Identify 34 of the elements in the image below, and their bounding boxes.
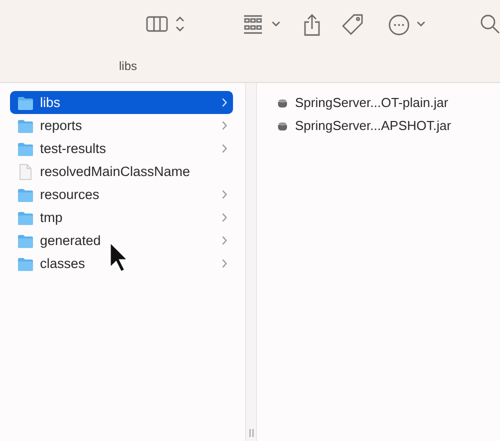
- document-icon: [17, 164, 34, 180]
- folder-row[interactable]: resolvedMainClassName: [10, 160, 233, 183]
- file-row[interactable]: SpringServer...APSHOT.jar: [277, 114, 488, 137]
- chevron-icon: [222, 213, 227, 222]
- folder-icon: [17, 256, 34, 270]
- chevron-icon: [222, 259, 227, 268]
- columns-view-icon[interactable]: [146, 14, 168, 34]
- cup-icon: [277, 98, 289, 108]
- chevron-icon: [222, 98, 227, 107]
- cup-icon: [277, 120, 289, 130]
- folder-row[interactable]: resources: [10, 183, 233, 206]
- more-icon[interactable]: [388, 14, 410, 36]
- grid-icon[interactable]: [243, 14, 263, 34]
- folder-row[interactable]: test-results: [10, 137, 233, 160]
- tag-icon[interactable]: [342, 14, 364, 36]
- folder-icon: [17, 118, 34, 132]
- chevron-icon: [222, 144, 227, 153]
- folder-row[interactable]: reports: [10, 114, 233, 137]
- resize-handle-icon[interactable]: [248, 429, 254, 437]
- folder-icon: [17, 96, 34, 110]
- search-icon[interactable]: [480, 14, 500, 34]
- folder-icon: [17, 188, 34, 202]
- up-down-icon[interactable]: [175, 14, 185, 34]
- chevron-icon: [222, 236, 227, 245]
- chevron-icon: [222, 190, 227, 199]
- share-icon[interactable]: [303, 14, 321, 36]
- folder-icon: [17, 142, 34, 156]
- chevron-icon: [222, 121, 227, 130]
- folder-icon: [17, 234, 34, 248]
- file-row[interactable]: SpringServer...OT-plain.jar: [277, 91, 488, 114]
- folder-row[interactable]: tmp: [10, 206, 233, 229]
- folder-row[interactable]: libs: [10, 91, 233, 114]
- folder-icon: [17, 210, 34, 224]
- path-title: libs: [119, 59, 138, 73]
